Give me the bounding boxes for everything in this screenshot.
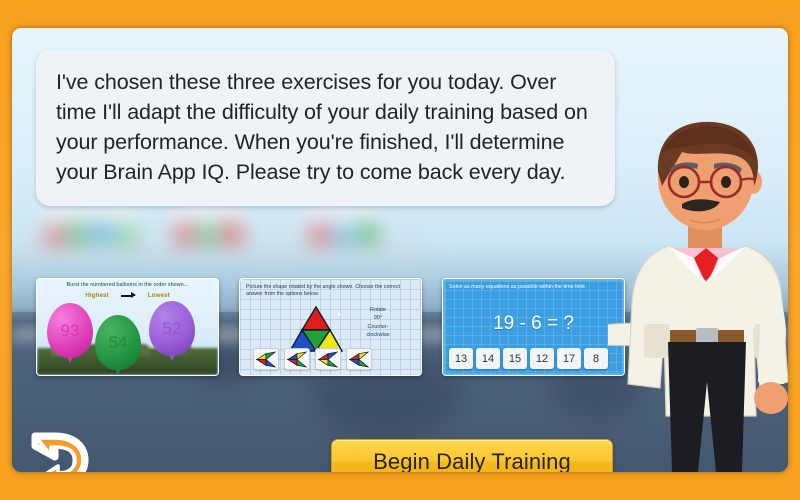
math-equation: 19 - 6 = ?: [493, 313, 574, 334]
scene-panel: I've chosen these three exercises for yo…: [12, 28, 788, 472]
rotation-option[interactable]: [315, 348, 341, 370]
balloon[interactable]: 54: [95, 315, 141, 375]
math-answer-tile[interactable]: 13: [449, 348, 473, 369]
sparkle-icon: ✦: [336, 312, 342, 319]
doctor-right-hand: [754, 382, 788, 414]
rotation-answer-options: [253, 348, 372, 370]
arrow-right-icon: [120, 292, 136, 299]
rotation-instruction-line2: 90°: [373, 315, 383, 322]
balloon-order-lowest: Lowest: [147, 292, 170, 299]
exercise-card-rotation[interactable]: Picture the shape rotated by the angle s…: [239, 278, 422, 376]
math-answer-row: 13 14 15 12 17 8: [449, 348, 608, 369]
math-answer-tile[interactable]: 12: [530, 348, 554, 369]
back-button[interactable]: [31, 430, 91, 472]
math-answer-tile[interactable]: 8: [584, 348, 608, 369]
rotation-option[interactable]: [284, 348, 310, 370]
rotation-option[interactable]: [253, 348, 279, 370]
math-answer-tile[interactable]: 14: [476, 348, 500, 369]
rotation-instruction: Rotate 90° Counter- clockwise: [344, 306, 412, 340]
begin-daily-training-button[interactable]: Begin Daily Training: [331, 439, 613, 472]
doctor-character: [608, 121, 788, 472]
exercise-card-balloons[interactable]: Burst the numbered balloons in the order…: [36, 278, 219, 376]
app-frame: I've chosen these three exercises for yo…: [0, 0, 800, 500]
doctor-right-sleeve: [758, 266, 786, 384]
rotated-triangle-icon: [287, 351, 307, 367]
balloon-card-title: Burst the numbered balloons in the order…: [66, 282, 189, 288]
speech-bubble-text: I've chosen these three exercises for yo…: [56, 70, 588, 184]
math-card-title: Solve as many equations as possible with…: [449, 284, 585, 290]
back-arrow-icon: [31, 432, 89, 472]
rotation-card-title: Picture the shape rotated by the angle s…: [246, 284, 400, 298]
doctor-eye-left: [679, 176, 689, 188]
rotation-option[interactable]: [346, 348, 372, 370]
balloon-order-highest: Highest: [85, 292, 109, 299]
balloon[interactable]: 93: [47, 303, 93, 363]
rotated-triangle-icon: [318, 351, 338, 367]
rotation-instruction-line4: clockwise: [366, 332, 390, 339]
rotated-triangle-icon: [256, 351, 276, 367]
rotated-triangle-icon: [349, 351, 369, 367]
balloon-order-legend: Highest Lowest: [37, 292, 218, 299]
begin-daily-training-label: Begin Daily Training: [373, 448, 571, 473]
balloon[interactable]: 52: [149, 301, 195, 361]
rotation-instruction-line1: Rotate: [370, 307, 386, 313]
doctor-belt-buckle: [696, 328, 718, 344]
math-answer-tile[interactable]: 15: [503, 348, 527, 369]
rotation-instruction-line3: Counter-: [367, 323, 389, 330]
math-answer-tile[interactable]: 17: [557, 348, 581, 369]
exercise-card-math[interactable]: Solve as many equations as possible with…: [442, 278, 625, 376]
doctor-coat-pocket-left: [644, 324, 670, 358]
speech-bubble: I've chosen these three exercises for yo…: [36, 50, 615, 206]
doctor-eye-right: [721, 176, 731, 188]
